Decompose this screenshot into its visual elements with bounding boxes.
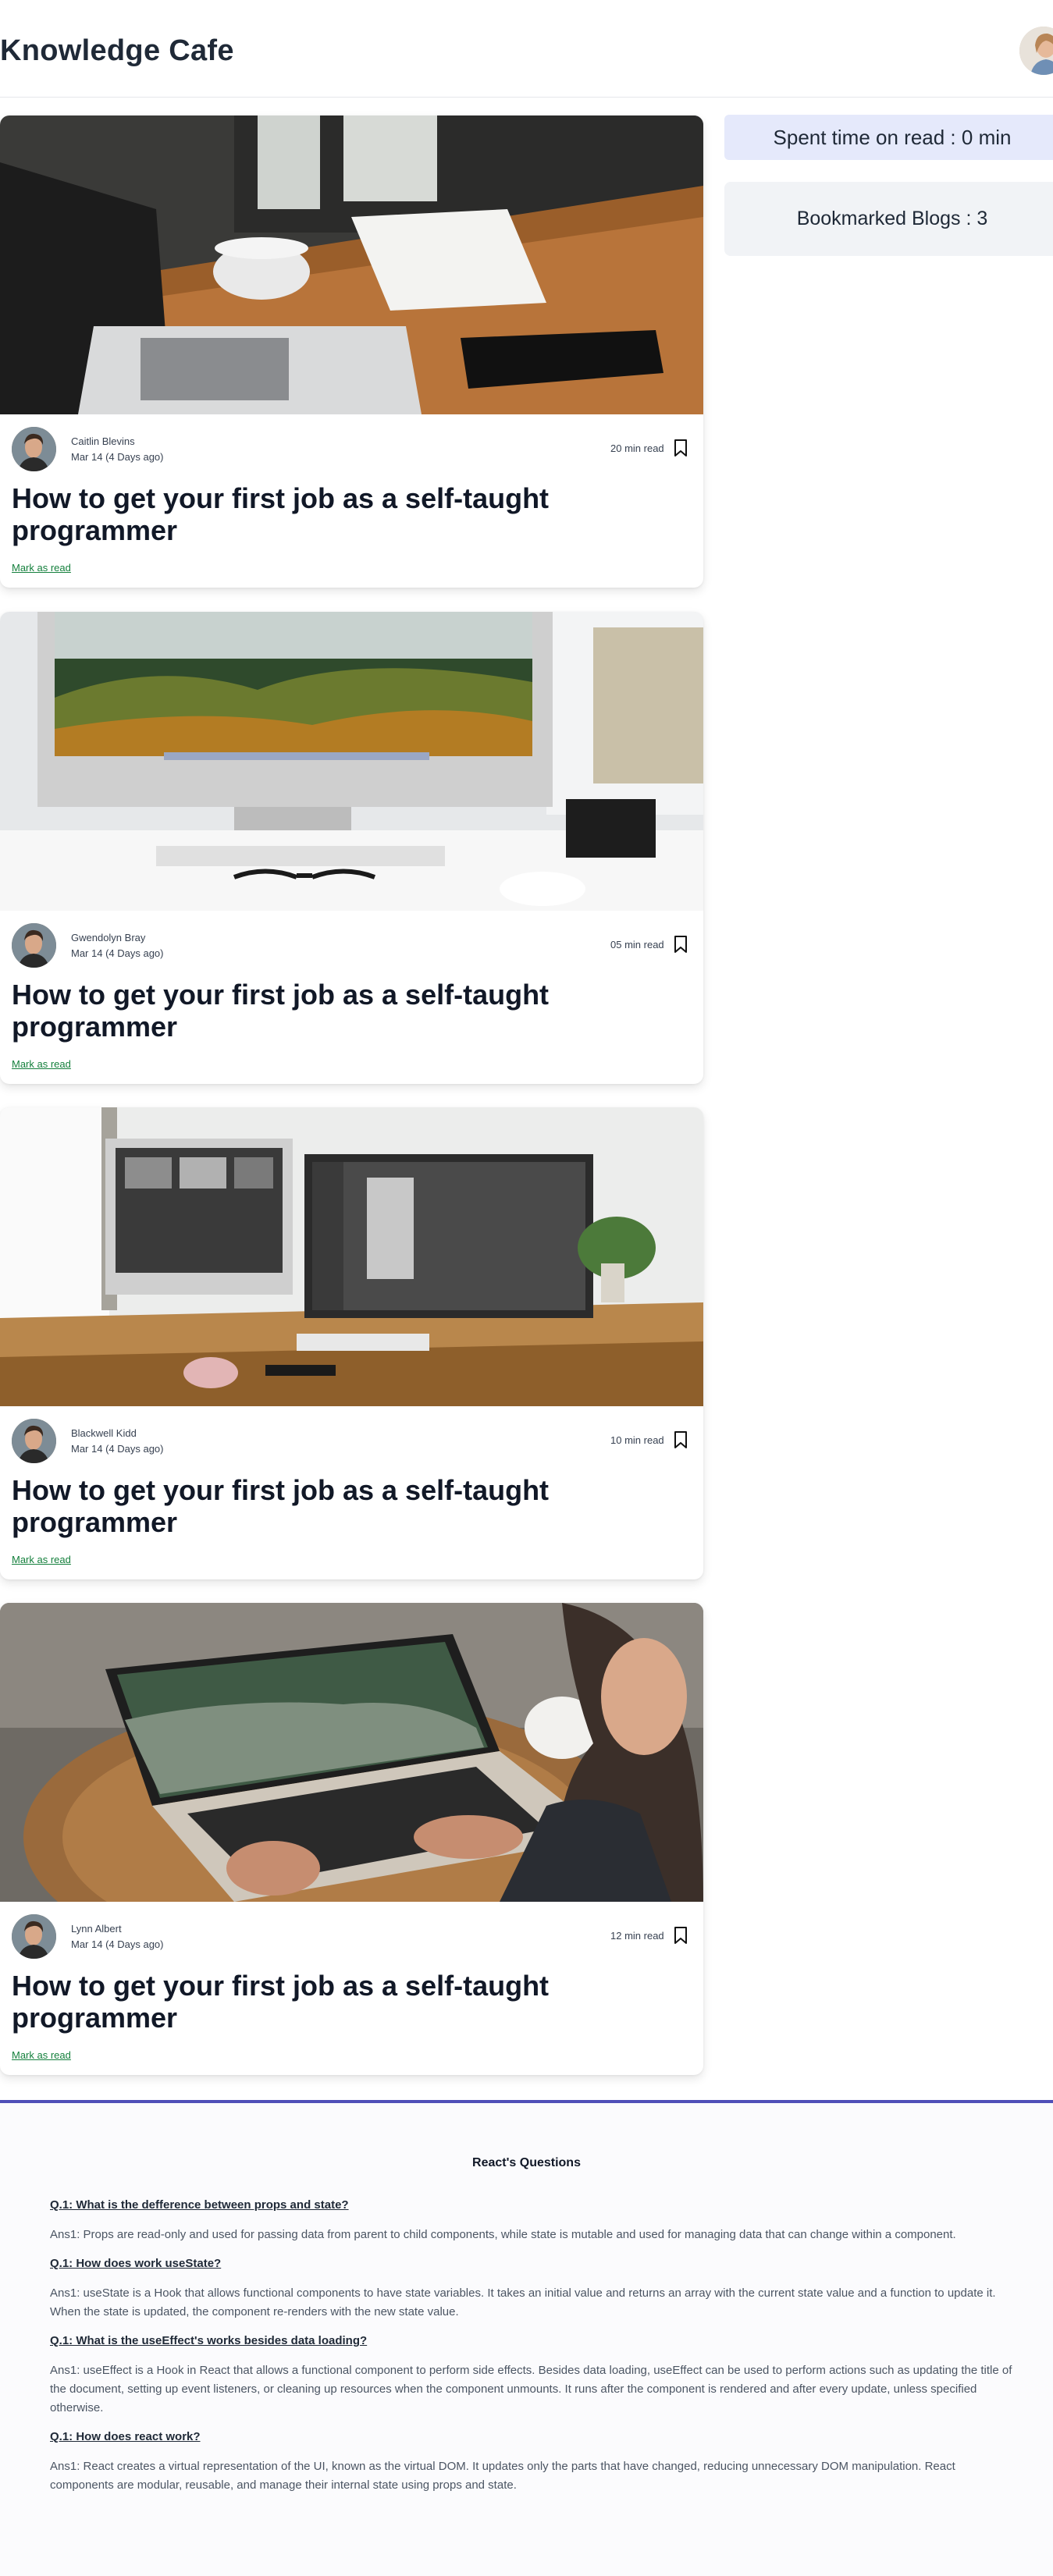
post-date: Mar 14 (4 Days ago) — [71, 1443, 164, 1455]
blog-title: How to get your first job as a self-taug… — [12, 979, 550, 1043]
answer: Ans1: Props are read-only and used for p… — [50, 2228, 956, 2241]
blog-card: Gwendolyn Bray Mar 14 (4 Days ago) 05 mi… — [0, 612, 703, 1084]
blog-title: How to get your first job as a self-taug… — [12, 482, 550, 546]
spent-time-box: Spent time on read : 0 min — [724, 115, 1053, 160]
author-avatar — [12, 1914, 56, 1959]
answer: Ans1: useEffect is a Hook in React that … — [50, 2364, 1012, 2414]
author-name: Blackwell Kidd — [71, 1427, 137, 1439]
question: Q.1: How does react work? — [50, 2430, 201, 2443]
mark-as-read-link[interactable]: Mark as read — [12, 562, 71, 574]
blog-card: Lynn Albert Mar 14 (4 Days ago) 12 min r… — [0, 1603, 703, 2075]
author-avatar — [12, 923, 56, 968]
answer: Ans1: useState is a Hook that allows fun… — [50, 2286, 996, 2318]
blog-cover-image — [0, 115, 703, 414]
blog-card: Caitlin Blevins Mar 14 (4 Days ago) 20 m… — [0, 115, 703, 588]
post-date: Mar 14 (4 Days ago) — [71, 947, 164, 959]
mark-as-read-link[interactable]: Mark as read — [12, 2049, 71, 2061]
site-title: Knowledge Cafe — [0, 34, 234, 67]
bookmark-icon[interactable] — [672, 1926, 689, 1945]
read-time: 05 min read — [610, 939, 664, 950]
user-avatar[interactable] — [1019, 27, 1053, 75]
blog-cover-image — [0, 1603, 703, 1902]
author-name: Caitlin Blevins — [71, 435, 135, 447]
question: Q.1: What is the defference between prop… — [50, 2198, 349, 2212]
mark-as-read-link[interactable]: Mark as read — [12, 1554, 71, 1565]
blog-card: Blackwell Kidd Mar 14 (4 Days ago) 10 mi… — [0, 1107, 703, 1579]
bookmark-icon[interactable] — [672, 1430, 689, 1449]
bookmarked-count-box: Bookmarked Blogs : 3 — [724, 182, 1053, 256]
question: Q.1: How does work useState? — [50, 2257, 222, 2270]
bookmark-icon[interactable] — [672, 935, 689, 954]
post-date: Mar 14 (4 Days ago) — [71, 1938, 164, 1950]
read-time: 12 min read — [610, 1930, 664, 1942]
read-time: 20 min read — [610, 442, 664, 454]
author-name: Gwendolyn Bray — [71, 932, 146, 943]
answer: Ans1: React creates a virtual representa… — [50, 2460, 955, 2492]
question: Q.1: What is the useEffect's works besid… — [50, 2334, 368, 2347]
author-avatar — [12, 1419, 56, 1463]
author-avatar — [12, 427, 56, 471]
post-date: Mar 14 (4 Days ago) — [71, 451, 164, 463]
author-name: Lynn Albert — [71, 1923, 122, 1935]
questions-section: React's Questions Q.1: What is the deffe… — [0, 2103, 1053, 2576]
blog-title: How to get your first job as a self-taug… — [12, 1970, 550, 2034]
blog-cover-image — [0, 612, 703, 911]
read-time: 10 min read — [610, 1434, 664, 1446]
questions-heading: React's Questions — [472, 2156, 581, 2169]
blog-title: How to get your first job as a self-taug… — [12, 1474, 550, 1538]
site-header: Knowledge Cafe — [0, 0, 1053, 98]
blog-cover-image — [0, 1107, 703, 1406]
bookmark-icon[interactable] — [672, 439, 689, 457]
mark-as-read-link[interactable]: Mark as read — [12, 1058, 71, 1070]
